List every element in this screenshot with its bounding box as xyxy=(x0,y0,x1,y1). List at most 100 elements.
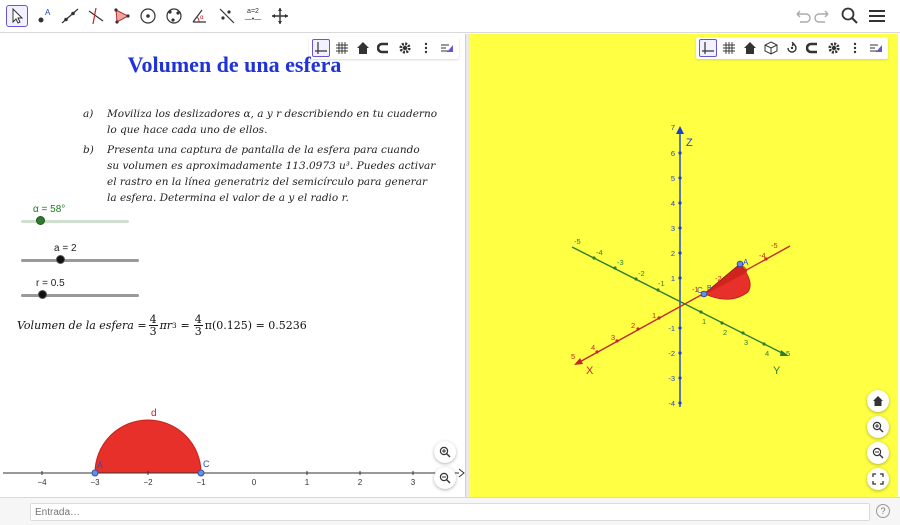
point-tool-button[interactable]: A xyxy=(33,5,55,27)
triangle-icon xyxy=(114,8,130,24)
alpha-slider-knob[interactable] xyxy=(36,216,45,225)
x-axis-3d-label: X xyxy=(586,365,594,377)
instruction-a-line-2: lo que hace cada uno de ellos. xyxy=(107,124,268,136)
y-tick-3d: -5 xyxy=(574,237,581,246)
zoom-in-3d-button[interactable] xyxy=(867,416,889,438)
z-tick: 3 xyxy=(671,224,675,233)
circle-three-points-button[interactable] xyxy=(163,5,185,27)
x-tick: 3 xyxy=(411,478,416,487)
z-tick: 7 xyxy=(671,123,675,132)
a-slider-track[interactable] xyxy=(21,259,139,262)
algebra-input-field[interactable] xyxy=(30,503,870,521)
x-axis-3d-line xyxy=(575,245,791,365)
r-slider-knob[interactable] xyxy=(38,290,47,299)
fullscreen-icon xyxy=(872,473,884,485)
instructions-block: a) Moviliza los deslizadores α, a y r de… xyxy=(83,106,463,226)
graphics-view-3d[interactable]: Z 7 6 5 4 3 2 1 -1 -2 -3 -4 X 1 2 3 4 5 … xyxy=(470,34,898,497)
formula-rhs: π(0.125) = 0.5236 xyxy=(204,319,307,332)
reflect-line-icon xyxy=(219,8,235,24)
x-tick-3d: 2 xyxy=(631,321,635,330)
home-icon xyxy=(873,396,883,406)
y-tick-3d: 2 xyxy=(723,328,727,337)
instruction-b-line-4: la esfera. Determina el valor de a y el … xyxy=(107,192,349,204)
instruction-b-line-2: su volumen es aproximadamente 113.0973 u… xyxy=(107,160,436,172)
svg-text:α: α xyxy=(200,15,204,21)
y-tick-3d: 3 xyxy=(744,338,748,347)
z-tick: 2 xyxy=(671,249,675,258)
angle-icon: α xyxy=(192,9,206,23)
x-tick: −1 xyxy=(196,478,206,487)
line-tool-button[interactable] xyxy=(59,5,81,27)
graph-2d-canvas[interactable]: d −4 −3 −2 −1 0 1 2 3 A C xyxy=(3,394,466,497)
perpendicular-icon xyxy=(88,7,104,25)
x-tick: −3 xyxy=(90,478,100,487)
fullscreen-3d-button[interactable] xyxy=(867,468,889,490)
cursor-arrow-icon xyxy=(12,7,24,24)
z-axis-arrow-icon xyxy=(676,126,684,134)
fraction-1-denominator: 3 xyxy=(149,325,157,338)
z-tick: 4 xyxy=(671,199,675,208)
instruction-b-line-1: Presenta una captura de pantalla de la e… xyxy=(107,144,420,156)
angle-tool-button[interactable]: α xyxy=(189,5,211,27)
point-a[interactable] xyxy=(91,469,99,477)
x-tick-3d: 5 xyxy=(571,352,575,361)
zoom-in-icon xyxy=(872,421,884,433)
zoom-in-2d-button[interactable] xyxy=(434,441,456,463)
x-tick: −4 xyxy=(37,478,47,487)
volume-formula: Volumen de la esfera = 43 πr 3 = 43 π(0.1… xyxy=(17,314,307,337)
perpendicular-tool-button[interactable] xyxy=(85,5,107,27)
undo-icon xyxy=(796,10,811,23)
zoom-out-3d-button[interactable] xyxy=(867,442,889,464)
line-icon xyxy=(61,8,79,24)
arc-label-d: d xyxy=(151,408,157,419)
y-tick-3d: 1 xyxy=(702,317,706,326)
point-c[interactable] xyxy=(197,469,205,477)
formula-pi-r: πr xyxy=(159,319,173,332)
fraction-2-denominator: 3 xyxy=(194,325,202,338)
polygon-tool-button[interactable] xyxy=(111,5,133,27)
x-tick-3d: 3 xyxy=(611,333,615,342)
a-slider-knob[interactable] xyxy=(56,255,65,264)
svg-text:A: A xyxy=(45,8,51,17)
circle-center-icon xyxy=(140,8,156,24)
slider-tool-icon: a=2 —•— xyxy=(244,8,262,23)
z-axis-label: Z xyxy=(686,137,693,149)
z-tick: -1 xyxy=(668,324,675,333)
formula-fraction-2: 43 xyxy=(193,314,203,338)
reflect-tool-button[interactable] xyxy=(216,5,238,27)
point-a-label: A xyxy=(97,460,103,470)
redo-button[interactable] xyxy=(812,5,834,27)
y-tick-3d: -1 xyxy=(658,279,665,288)
z-tick: 1 xyxy=(671,274,675,283)
undo-button[interactable] xyxy=(791,5,813,27)
hamburger-menu-icon xyxy=(869,10,885,22)
x-axis-3d-arrow-icon xyxy=(574,358,583,365)
main-toolbar: A α a=2 —•— xyxy=(0,0,900,33)
move-tool-button[interactable] xyxy=(6,5,28,27)
z-tick: 6 xyxy=(671,149,675,158)
y-axis-3d-ticks: 1 2 3 4 5 -1 -2 -3 -4 -5 xyxy=(574,237,790,358)
x-tick: −2 xyxy=(143,478,153,487)
circle-tool-button[interactable] xyxy=(137,5,159,27)
alpha-slider-label: α = 58° xyxy=(33,204,66,215)
instruction-b-label: b) xyxy=(83,144,94,156)
slider-tool-button[interactable]: a=2 —•— xyxy=(242,5,264,27)
semicircle-shape[interactable] xyxy=(94,419,202,474)
y-axis-3d-line xyxy=(571,246,787,356)
r-slider-label: r = 0.5 xyxy=(36,278,65,289)
zoom-out-2d-button[interactable] xyxy=(434,467,456,489)
move-view-tool-button[interactable] xyxy=(269,5,291,27)
search-button[interactable] xyxy=(839,5,861,27)
menu-button[interactable] xyxy=(866,5,888,27)
x-tick-3d: -5 xyxy=(771,241,778,250)
point-a-3d[interactable] xyxy=(736,260,744,268)
graph-3d-canvas[interactable]: Z 7 6 5 4 3 2 1 -1 -2 -3 -4 X 1 2 3 4 5 … xyxy=(470,34,898,497)
graphics-view-2d[interactable]: Volumen de una esfera a) Moviliza los de… xyxy=(3,34,466,497)
redo-icon xyxy=(814,10,829,23)
zoom-out-icon xyxy=(872,447,884,459)
zoom-in-icon xyxy=(439,446,451,458)
x-tick-3d: 4 xyxy=(591,343,595,352)
help-icon[interactable]: ? xyxy=(876,504,890,518)
home-3d-floating-button[interactable] xyxy=(867,390,889,412)
z-tick: -4 xyxy=(668,399,675,408)
